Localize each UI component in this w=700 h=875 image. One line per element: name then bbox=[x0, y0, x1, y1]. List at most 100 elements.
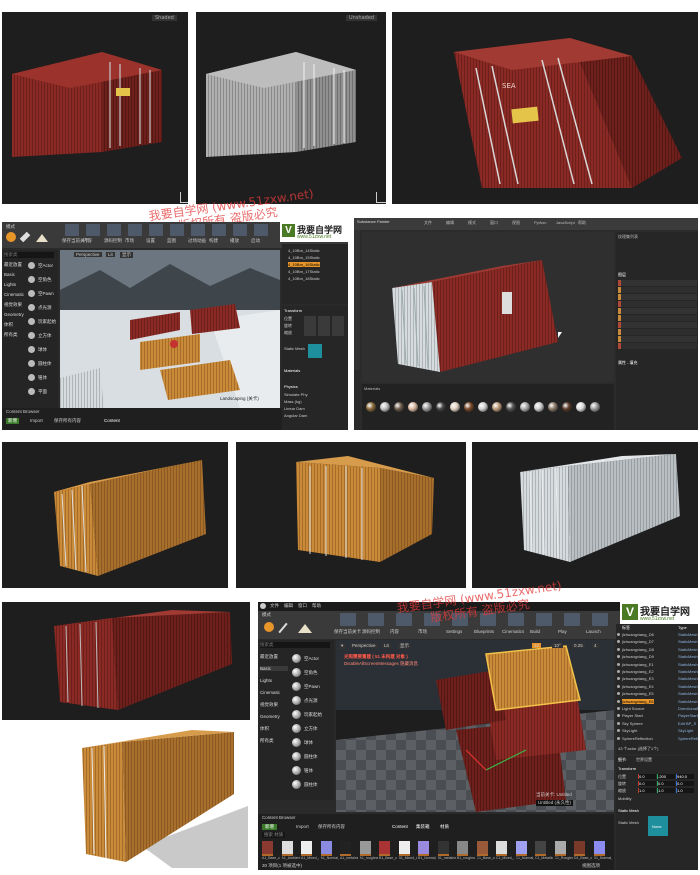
content-browser-tab[interactable]: Content Browser bbox=[6, 409, 40, 414]
layer-row[interactable] bbox=[618, 329, 697, 335]
outliner-row[interactable]: jizhuangxiang_D9 bbox=[622, 654, 654, 659]
paint-mode-icon[interactable] bbox=[278, 622, 288, 634]
place-item-label[interactable]: 空Pawn bbox=[38, 291, 54, 297]
place-item-label[interactable]: 空角色 bbox=[304, 670, 318, 676]
material-ball[interactable] bbox=[506, 402, 516, 412]
world-settings-tab[interactable]: 世界设置 bbox=[636, 757, 652, 762]
content-browser-tab[interactable]: Content Browser bbox=[262, 815, 296, 820]
toolbar-button-label[interactable]: 源码控制 bbox=[362, 629, 380, 635]
view-options-button[interactable]: 视图选项 bbox=[582, 863, 600, 869]
sp-menu-item[interactable]: 帮助 bbox=[578, 220, 586, 226]
outliner-eye-icon[interactable] bbox=[617, 684, 620, 688]
asset-thumbnail[interactable] bbox=[301, 841, 312, 856]
asset-thumbnail[interactable] bbox=[515, 841, 527, 856]
place-item-label[interactable]: 点光源 bbox=[304, 698, 318, 704]
save-all-button[interactable]: 保存所有内容 bbox=[318, 824, 345, 830]
menu-item[interactable]: 编辑 bbox=[284, 603, 293, 609]
place-item-label[interactable]: 空Actor bbox=[304, 656, 319, 662]
place-item-label[interactable]: 玩家起始 bbox=[38, 319, 56, 325]
place-category[interactable]: 最近放置 bbox=[4, 262, 22, 268]
outliner-row[interactable]: jizhuangxiang_D7 bbox=[622, 639, 654, 644]
outliner-row[interactable]: jizhuangxiang_E1 bbox=[622, 662, 654, 667]
place-category[interactable]: Geometry bbox=[4, 312, 24, 317]
place-item-label[interactable]: 立方体 bbox=[38, 333, 52, 339]
asset-thumbnail[interactable] bbox=[535, 841, 546, 856]
asset-thumbnail[interactable] bbox=[554, 841, 566, 856]
outliner-eye-icon[interactable] bbox=[617, 729, 620, 733]
material-ball[interactable] bbox=[450, 402, 460, 412]
place-item-label[interactable]: 空Actor bbox=[38, 263, 53, 269]
toolbar-button-label[interactable]: 设置 bbox=[146, 238, 155, 244]
toolbar-button-icon[interactable] bbox=[340, 613, 356, 626]
material-ball[interactable] bbox=[366, 402, 376, 412]
layer-row[interactable] bbox=[618, 315, 697, 321]
toolbar-button-label[interactable]: 构建 bbox=[209, 238, 218, 244]
toolbar-button-icon[interactable] bbox=[149, 224, 163, 236]
place-category[interactable]: 所有类 bbox=[260, 738, 274, 744]
ue-viewport[interactable]: Perspective Lit 显示 Landscaping (关卡) bbox=[60, 250, 280, 408]
sp-menu-item[interactable]: Python bbox=[534, 220, 546, 225]
asset-thumbnail[interactable] bbox=[359, 841, 371, 856]
outliner-row[interactable]: jizhuangxiang_D6 bbox=[622, 632, 654, 637]
toolbar-button-label[interactable]: 蓝图 bbox=[167, 238, 176, 244]
layer-row[interactable] bbox=[618, 308, 697, 314]
menu-item[interactable]: 窗口 bbox=[298, 603, 307, 609]
toolbar-button-label[interactable]: Launch bbox=[586, 629, 601, 634]
place-item-label[interactable]: 圆柱体 bbox=[304, 782, 318, 788]
content-path[interactable]: Content bbox=[104, 418, 120, 423]
mesh-thumbnail[interactable] bbox=[308, 344, 322, 358]
asset-thumbnail[interactable] bbox=[398, 841, 410, 856]
place-category[interactable]: 视觉效果 bbox=[4, 302, 22, 308]
material-ball[interactable] bbox=[394, 402, 404, 412]
menu-item[interactable]: 帮助 bbox=[312, 603, 321, 609]
layer-row[interactable] bbox=[618, 336, 697, 342]
toolbar-button-icon[interactable] bbox=[212, 224, 226, 236]
sp-viewport[interactable] bbox=[362, 232, 614, 382]
layer-row[interactable] bbox=[618, 287, 697, 293]
outliner-eye-icon[interactable] bbox=[617, 677, 620, 681]
outliner-eye-icon[interactable] bbox=[617, 721, 620, 725]
outliner-row[interactable]: 4_10Bm_18Static bbox=[288, 276, 320, 281]
place-category[interactable]: Basic bbox=[260, 666, 288, 671]
snap-value[interactable]: 4 bbox=[592, 643, 599, 648]
material-ball[interactable] bbox=[408, 402, 418, 412]
outliner-row[interactable]: jizhuangxiang_E3 bbox=[622, 676, 654, 681]
place-category[interactable]: 最近放置 bbox=[260, 654, 278, 660]
outliner-eye-icon[interactable] bbox=[617, 692, 620, 696]
toolbar-button-icon[interactable] bbox=[592, 613, 608, 626]
outliner-row[interactable]: 4_10Bm_17Static bbox=[288, 269, 320, 274]
material-ball[interactable] bbox=[576, 402, 586, 412]
select-mode-icon[interactable] bbox=[264, 622, 274, 632]
place-category[interactable]: 所有类 bbox=[4, 332, 18, 338]
place-item-label[interactable]: 点光源 bbox=[38, 305, 52, 311]
transform-field[interactable]: 0.0 bbox=[638, 781, 656, 786]
outliner-row[interactable]: SkyLight bbox=[622, 728, 637, 733]
place-item-label[interactable]: 锥体 bbox=[38, 375, 47, 381]
material-ball[interactable] bbox=[422, 402, 432, 412]
import-button[interactable]: Import bbox=[296, 824, 309, 829]
breadcrumb-item[interactable]: 集装箱 bbox=[416, 824, 430, 830]
toolbar-button-label[interactable]: Play bbox=[558, 629, 567, 634]
landscape-mode-icon[interactable] bbox=[36, 234, 48, 242]
place-item-label[interactable]: 球体 bbox=[38, 347, 47, 353]
toolbar-button-label[interactable]: Build bbox=[530, 629, 540, 634]
place-item-label[interactable]: 圆柱体 bbox=[304, 754, 318, 760]
toolbar-button-label[interactable]: 市场 bbox=[418, 629, 427, 635]
transform-field[interactable]: 1.0 bbox=[657, 788, 675, 793]
outliner-eye-icon[interactable] bbox=[617, 714, 620, 718]
class-search-input[interactable]: 搜索类 bbox=[4, 252, 54, 258]
outliner-row[interactable]: SphereReflection bbox=[622, 736, 653, 741]
outliner-row[interactable]: Sky Sphere bbox=[622, 721, 643, 726]
asset-thumbnail[interactable] bbox=[379, 841, 390, 856]
asset-thumbnail[interactable] bbox=[281, 841, 293, 856]
sp-menu-item[interactable]: 模式 bbox=[468, 220, 476, 226]
snap-value[interactable]: 10° bbox=[552, 643, 563, 648]
toolbar-button-label[interactable]: Settings bbox=[446, 629, 462, 634]
outliner-row[interactable]: jizhuangxiang_D8 bbox=[622, 647, 654, 652]
asset-thumbnail[interactable] bbox=[340, 841, 351, 856]
sp-menu-item[interactable]: 文件 bbox=[424, 220, 432, 226]
place-category[interactable]: Cinematic bbox=[260, 690, 280, 695]
outliner-eye-icon[interactable] bbox=[617, 662, 620, 666]
snap-value[interactable]: 0.25 bbox=[572, 643, 585, 648]
asset-thumbnail[interactable] bbox=[320, 841, 332, 856]
